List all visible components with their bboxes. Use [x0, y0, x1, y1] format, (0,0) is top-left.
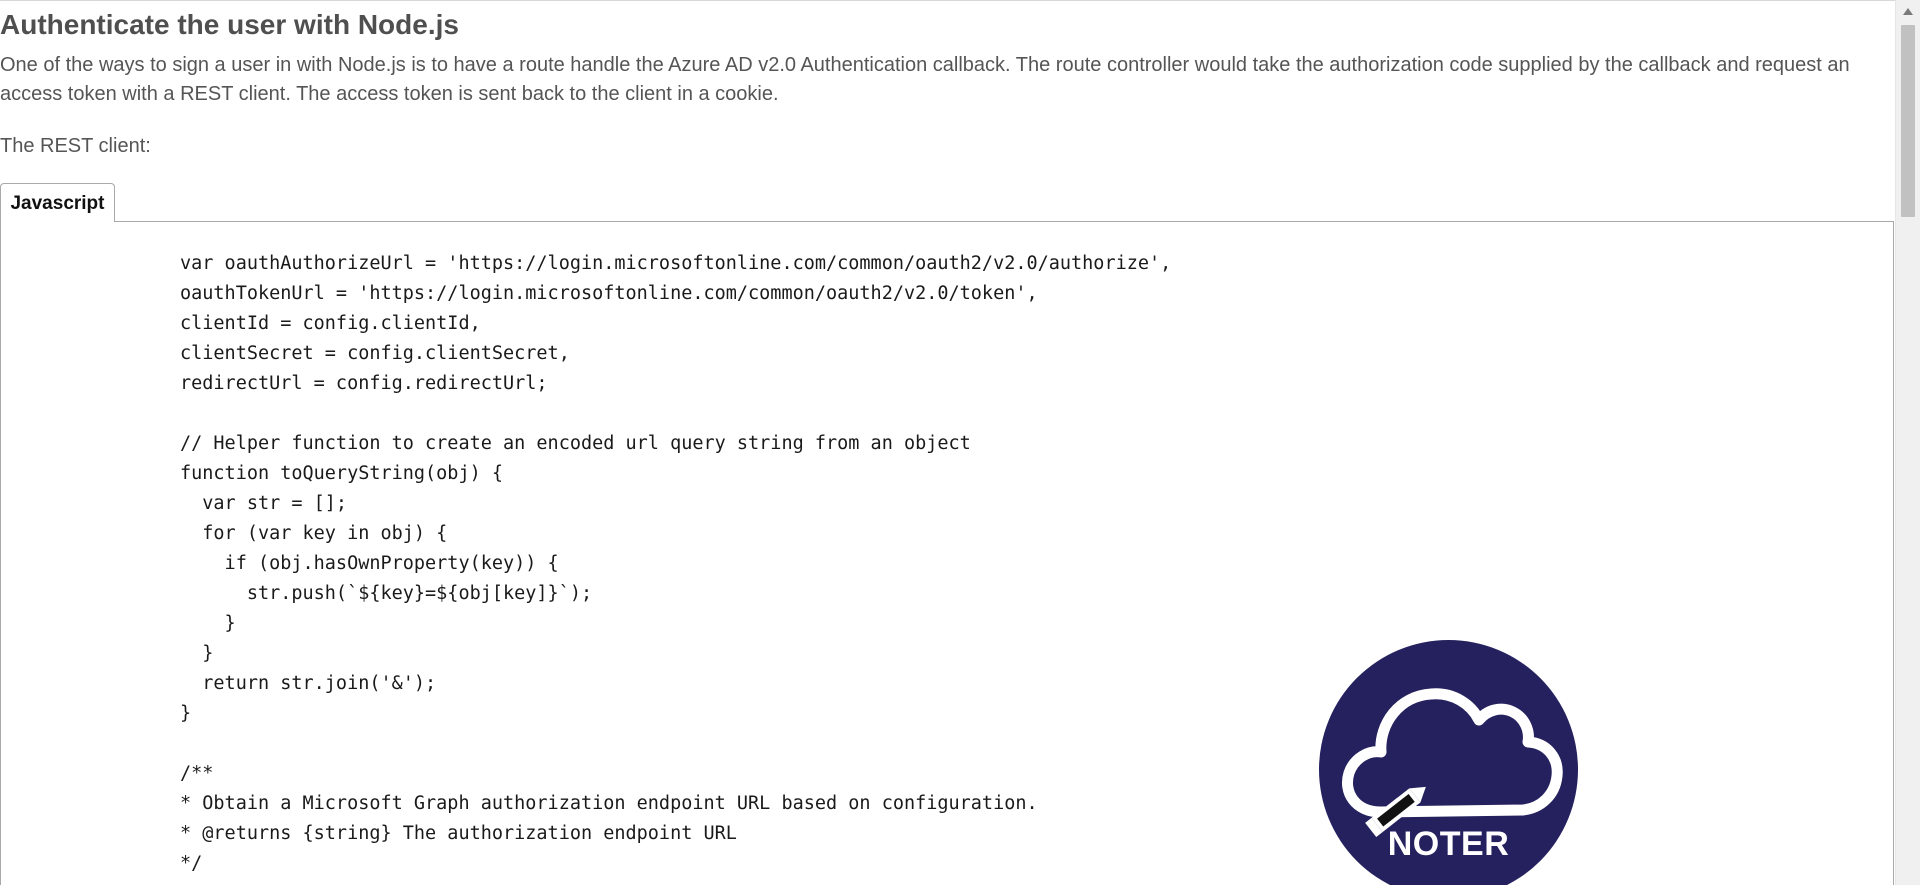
code-line: * @returns {string} The authorization en…	[180, 823, 737, 844]
code-line: redirectUrl = config.redirectUrl;	[180, 373, 548, 394]
code-line: clientSecret = config.clientSecret,	[180, 343, 570, 364]
code-line: */	[180, 853, 203, 874]
tab-javascript[interactable]: Javascript	[0, 183, 115, 222]
code-line: }	[180, 613, 236, 634]
code-line: var oauthAuthorizeUrl = 'https://login.m…	[180, 253, 1172, 274]
code-line: str.push(`${key}=${obj[key]}`);	[180, 583, 593, 604]
code-line: for (var key in obj) {	[180, 523, 448, 544]
code-line: var str = [];	[180, 493, 348, 514]
rest-client-label: The REST client:	[0, 135, 151, 157]
page-title: Authenticate the user with Node.js	[0, 9, 459, 40]
code-line: oauthTokenUrl = 'https://login.microsoft…	[180, 283, 1038, 304]
noter-watermark: NOTER	[1319, 640, 1578, 885]
code-line: if (obj.hasOwnProperty(key)) {	[180, 553, 559, 574]
scrollbar-thumb[interactable]	[1901, 25, 1915, 217]
code-line: * Obtain a Microsoft Graph authorization…	[180, 793, 1038, 814]
code-block: var oauthAuthorizeUrl = 'https://login.m…	[180, 249, 1171, 879]
scroll-up-button[interactable]	[1896, 0, 1920, 22]
code-line: /**	[180, 763, 214, 784]
intro-paragraph: One of the ways to sign a user in with N…	[0, 54, 1850, 105]
code-line: function toQueryString(obj) {	[180, 463, 504, 484]
code-line: }	[180, 703, 192, 724]
chevron-up-icon	[1903, 7, 1913, 15]
code-line: clientId = config.clientId,	[180, 313, 481, 334]
top-divider	[0, 0, 1895, 1]
code-panel: var oauthAuthorizeUrl = 'https://login.m…	[0, 221, 1894, 885]
noter-logo-text: NOTER	[1387, 825, 1510, 863]
vertical-scrollbar[interactable]	[1895, 0, 1920, 885]
code-line: // Helper function to create an encoded …	[180, 433, 971, 454]
code-line: }	[180, 643, 214, 664]
page: Authenticate the user with Node.js One o…	[0, 0, 1895, 885]
code-line: return str.join('&');	[180, 673, 437, 694]
